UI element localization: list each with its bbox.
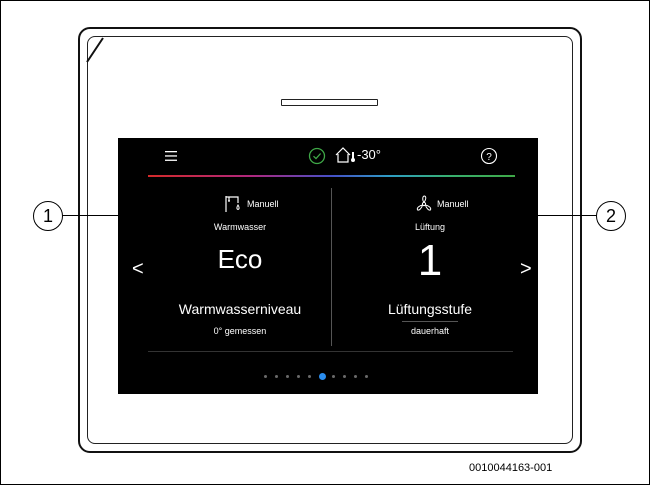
page-dot[interactable] [365,375,368,378]
ventilation-label: Lüftung [414,222,446,232]
ventilation-value: 1 [417,236,443,285]
ventilation-tile[interactable]: Manuell Lüftung 1 Lüftungsstufe dauerhaf… [340,188,520,348]
document-id: 0010044163-001 [469,462,553,474]
check-circle-icon [308,147,326,165]
page-dot[interactable] [275,375,278,378]
page-dot[interactable] [297,375,300,378]
callout-2-leader [510,215,598,216]
device-slot [281,99,378,106]
panel-divider [331,188,332,346]
bottom-separator [148,351,513,352]
svg-text:?: ? [486,152,492,163]
ventilation-value-underline [402,321,458,322]
callout-2: 2 [596,201,626,231]
next-page-arrow[interactable]: > [520,258,532,281]
house-thermometer-icon [335,147,355,163]
callout-1-leader [62,215,172,216]
outdoor-temperature: -30° [357,147,381,162]
page-dot-active[interactable] [319,373,326,380]
page-dot[interactable] [308,375,311,378]
hot-water-level-label: Warmwasserniveau [178,301,302,317]
hot-water-mode: Manuell [247,199,279,209]
display-screen: -30° ? < > Manuell Warmwasser Eco Warmwa… [118,138,538,394]
hot-water-value: Eco [217,244,263,274]
hot-water-level-value: 0° gemessen [213,326,267,336]
ventilation-mode: Manuell [437,199,469,209]
hot-water-tile[interactable]: Manuell Warmwasser Eco Warmwasserniveau … [150,188,330,348]
status-bar: -30° ? [118,138,538,177]
previous-page-arrow[interactable]: < [132,258,144,281]
page-dot[interactable] [286,375,289,378]
bevel-corner [86,37,104,63]
hamburger-menu-icon[interactable] [162,149,180,163]
ventilation-level-label: Lüftungsstufe [387,301,473,317]
callout-1: 1 [33,201,63,231]
question-circle-icon[interactable]: ? [480,147,498,165]
page-dot[interactable] [343,375,346,378]
page-dot[interactable] [264,375,267,378]
page-dot[interactable] [354,375,357,378]
page-indicator [264,373,404,381]
status-color-bar [148,175,515,177]
ventilation-level-value: dauerhaft [410,326,450,336]
page-dot[interactable] [332,375,335,378]
fan-icon [416,195,432,211]
hot-water-label: Warmwasser [213,222,267,232]
faucet-icon [225,196,240,212]
